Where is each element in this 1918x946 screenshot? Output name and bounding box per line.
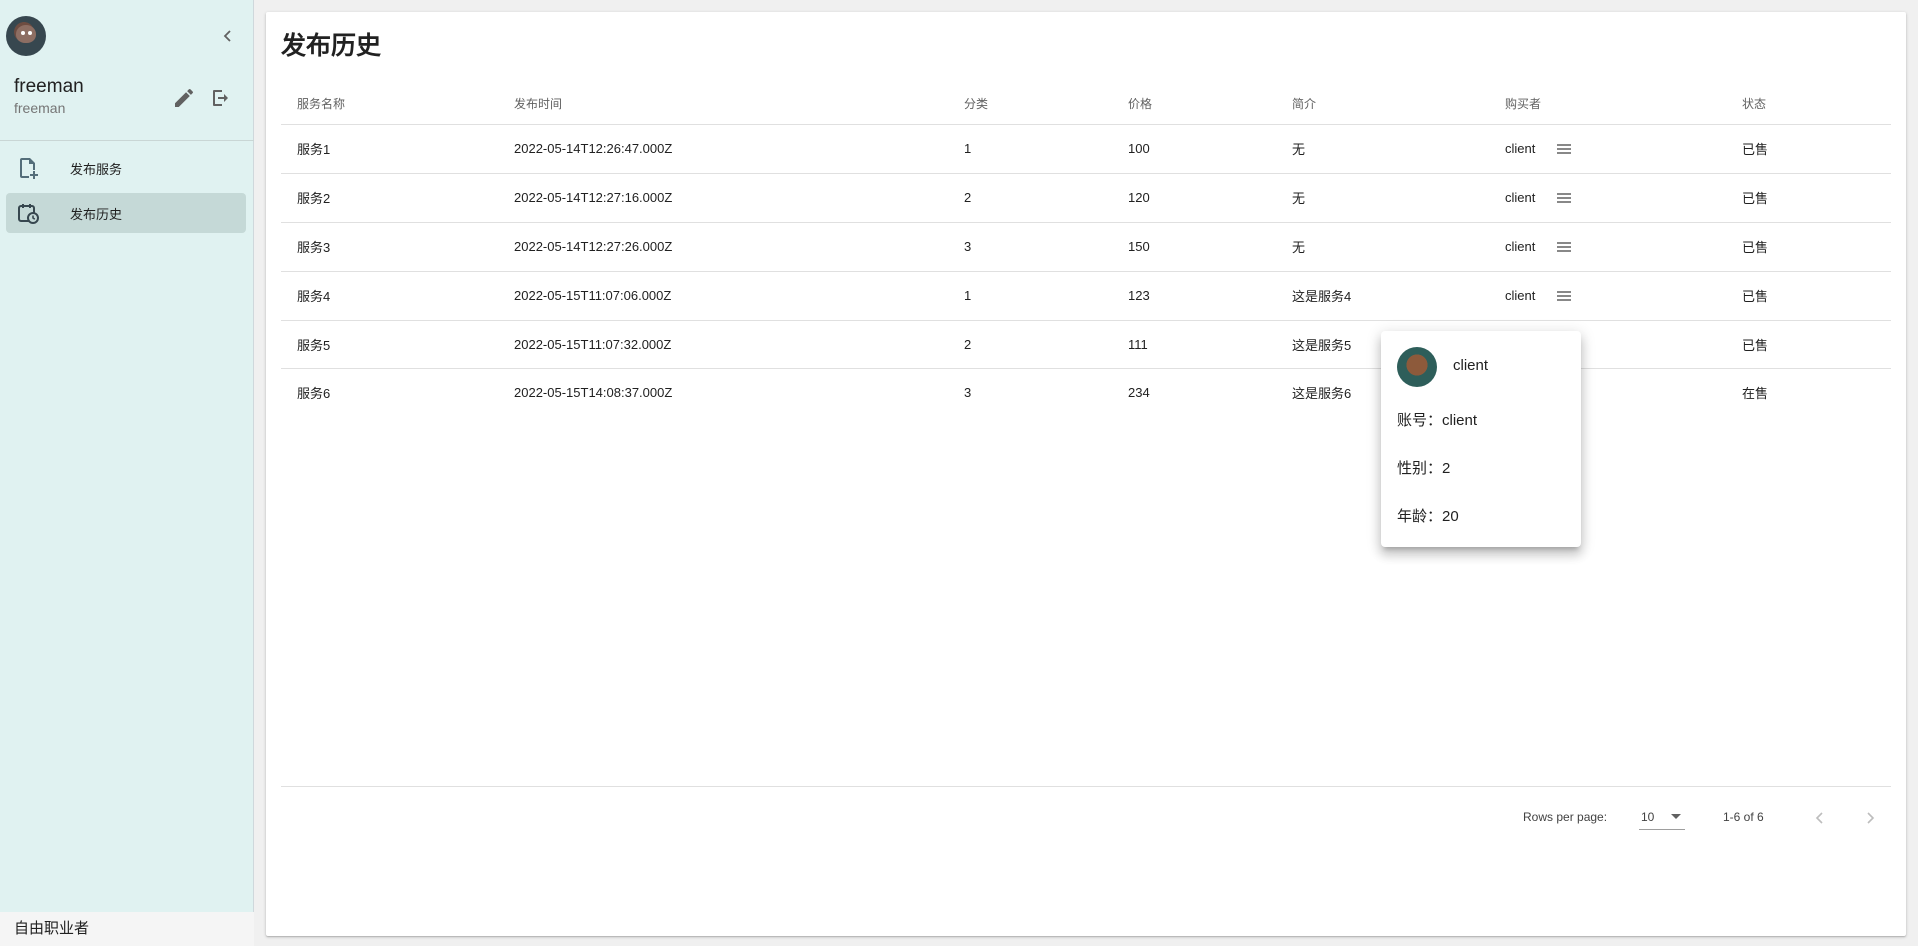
caret-down-icon (1671, 814, 1681, 819)
sidebar-item-label: 发布服务 (70, 161, 123, 177)
buyer-name: client (1505, 141, 1536, 156)
page-title: 发布历史 (281, 32, 382, 60)
menu-icon[interactable] (1557, 287, 1575, 305)
cell-time: 2022-05-14T12:27:16.000Z (498, 173, 948, 223)
sidebar: freeman freeman 发布服务 发布历史 自由职业者 (0, 0, 254, 946)
cell-price: 111 (1112, 320, 1276, 369)
sidebar-footer-role: 自由职业者 (0, 912, 254, 946)
status-badge: 在售 (1742, 385, 1769, 401)
user-avatar[interactable] (6, 16, 46, 56)
cell-buyer: client (1489, 271, 1726, 321)
rows-per-page-select[interactable]: 10 (1639, 808, 1685, 830)
buyer-avatar (1397, 347, 1437, 387)
cell-price: 100 (1112, 124, 1276, 174)
column-header[interactable]: 服务名称 (281, 84, 498, 125)
cell-time: 2022-05-15T14:08:37.000Z (514, 384, 673, 400)
menu-icon[interactable] (1557, 140, 1575, 158)
cell-time: 2022-05-15T11:07:06.000Z (498, 271, 948, 321)
sidebar-item-publish-service[interactable]: 发布服务 (6, 148, 246, 188)
table-row: 服务4 2022-05-15T11:07:06.000Z 1 123 这是服务4… (281, 271, 1891, 321)
cell-buyer: client (1489, 173, 1726, 223)
pencil-icon[interactable] (172, 86, 196, 110)
sidebar-divider (0, 140, 254, 141)
table-footer-divider (281, 786, 1891, 787)
column-header[interactable]: 购买者 (1489, 84, 1726, 125)
pagination-range: 1-6 of 6 (1723, 810, 1764, 824)
column-header[interactable]: 发布时间 (498, 84, 948, 125)
cell-price: 123 (1112, 271, 1276, 321)
cell-category: 1 (948, 124, 1112, 174)
logout-icon[interactable] (208, 86, 232, 110)
buyer-name: client (1505, 190, 1536, 205)
user-name: freeman (14, 76, 84, 97)
status-badge: 已售 (1726, 320, 1891, 369)
cell-time: 2022-05-14T12:27:26.000Z (498, 222, 948, 272)
cell-name: 服务1 (281, 124, 498, 174)
status-badge: 已售 (1726, 124, 1891, 174)
table-row: 服务6 2022-05-15T14:08:37.000Z 3 234 这是服务6… (281, 368, 1891, 416)
publish-history-table: 服务名称 发布时间 分类 价格 简介 购买者 状态 服务1 2022-05-14… (281, 84, 1891, 416)
cell-category: 3 (948, 222, 1112, 272)
cell-name: 服务2 (281, 173, 498, 223)
main-card: 发布历史 服务名称 发布时间 分类 价格 简介 购买者 状态 服务1 2022-… (266, 12, 1906, 936)
status-badge: 已售 (1726, 173, 1891, 223)
table-header-row: 服务名称 发布时间 分类 价格 简介 购买者 状态 (281, 84, 1891, 125)
cell-intro: 这是服务4 (1276, 271, 1489, 321)
menu-icon[interactable] (1557, 189, 1575, 207)
cell-price: 120 (1112, 173, 1276, 223)
cell-name: 服务6 (297, 385, 331, 401)
column-header[interactable]: 分类 (948, 84, 1112, 125)
buyer-gender: 性别：2 (1397, 460, 1451, 477)
cell-intro: 无 (1276, 222, 1489, 272)
cell-name: 服务5 (281, 320, 498, 369)
cell-buyer: client (1489, 222, 1726, 272)
cell-intro: 无 (1276, 173, 1489, 223)
cell-category: 1 (948, 271, 1112, 321)
cell-name: 服务3 (281, 222, 498, 272)
rows-per-page-value: 10 (1641, 810, 1655, 824)
column-header[interactable]: 简介 (1276, 84, 1489, 125)
buyer-info-popover: client 账号：client 性别：2 年龄：20 (1381, 331, 1581, 547)
cell-name: 服务4 (281, 271, 498, 321)
chevron-left-icon[interactable] (1810, 808, 1830, 828)
rows-per-page-label: Rows per page: (1523, 810, 1608, 824)
table-row: 服务5 2022-05-15T11:07:32.000Z 2 111 这是服务5… (281, 320, 1891, 369)
user-username: freeman (14, 100, 66, 116)
buyer-age: 年龄：20 (1397, 508, 1459, 525)
file-add-icon (16, 156, 40, 180)
cell-price: 150 (1112, 222, 1276, 272)
table-row: 服务1 2022-05-14T12:26:47.000Z 1 100 无 cli… (281, 124, 1891, 174)
cell-category: 2 (948, 173, 1112, 223)
table-row: 服务3 2022-05-14T12:27:26.000Z 3 150 无 cli… (281, 222, 1891, 272)
buyer-name: client (1505, 288, 1536, 303)
sidebar-item-label: 发布历史 (70, 206, 123, 222)
cell-price: 234 (1128, 384, 1150, 400)
sidebar-item-publish-history[interactable]: 发布历史 (6, 193, 246, 233)
column-header[interactable]: 价格 (1112, 84, 1276, 125)
cell-intro: 无 (1276, 124, 1489, 174)
status-badge: 已售 (1726, 271, 1891, 321)
cell-time: 2022-05-15T11:07:32.000Z (498, 320, 948, 369)
buyer-account: 账号：client (1397, 412, 1478, 429)
menu-icon[interactable] (1557, 238, 1575, 256)
table-row: 服务2 2022-05-14T12:27:16.000Z 2 120 无 cli… (281, 173, 1891, 223)
cell-time: 2022-05-14T12:26:47.000Z (498, 124, 948, 174)
buyer-name: client (1505, 239, 1536, 254)
cell-buyer: client (1489, 124, 1726, 174)
status-badge: 已售 (1726, 222, 1891, 272)
chevron-left-icon[interactable] (218, 26, 238, 46)
buyer-popover-name: client (1453, 357, 1489, 374)
column-header[interactable]: 状态 (1726, 84, 1891, 125)
cell-category: 2 (948, 320, 1112, 369)
chevron-right-icon[interactable] (1860, 808, 1880, 828)
calendar-clock-icon (16, 201, 40, 225)
cell-category: 3 (964, 384, 972, 400)
